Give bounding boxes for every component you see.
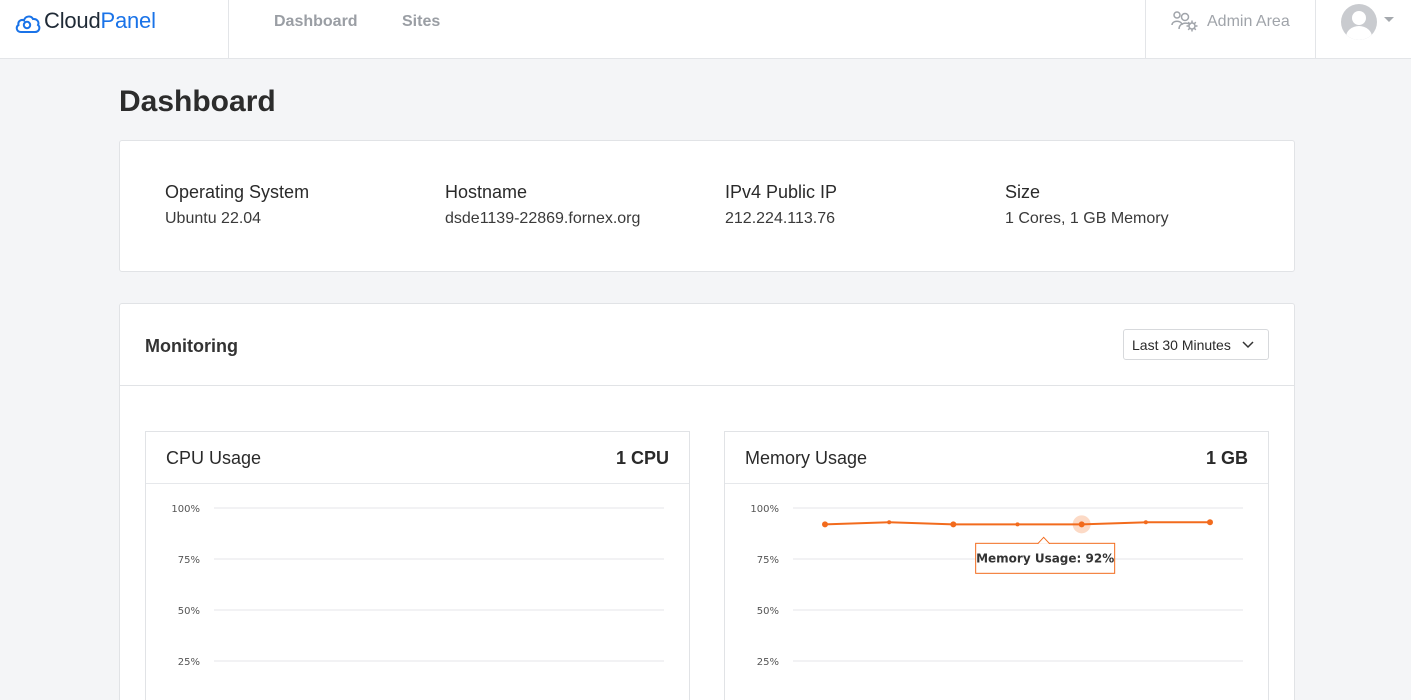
data-point[interactable]	[950, 521, 957, 528]
chart-title: CPU Usage	[166, 448, 262, 468]
brand-logo[interactable]: CloudPanel	[0, 0, 229, 58]
chevron-down-icon	[1242, 341, 1254, 349]
info-hostname: Hostname dsde1139-22869.fornex.org	[445, 182, 640, 228]
user-avatar[interactable]	[1341, 4, 1377, 40]
y-tick-label: 50%	[757, 606, 779, 617]
caret-down-icon[interactable]	[1384, 17, 1394, 22]
cpu-usage-panel: CPU Usage 1 CPU 100% 75% 50% 25%	[145, 431, 690, 700]
data-point[interactable]	[1015, 522, 1020, 527]
brand-name: CloudPanel	[44, 8, 156, 33]
info-label: Hostname	[445, 182, 528, 202]
tooltip-text: Memory Usage: 92%	[976, 551, 1114, 565]
memory-usage-panel: Memory Usage 1 GB 100% 75% 50% 25% Memory Us…	[724, 431, 1269, 700]
y-tick-label: 75%	[757, 555, 779, 566]
monitoring-header: Monitoring Last 30 Minutes	[120, 304, 1294, 386]
time-range-select[interactable]: Last 30 Minutes	[1123, 329, 1269, 360]
info-value: Ubuntu 22.04	[165, 210, 262, 227]
data-point[interactable]	[1078, 521, 1085, 528]
chart-tooltip: Memory Usage: 92%	[975, 536, 1116, 574]
admin-area-link[interactable]: Admin Area	[1145, 0, 1316, 58]
chart-meta: 1 GB	[1205, 448, 1248, 468]
admin-area-label: Admin Area	[1207, 13, 1290, 30]
chart-meta: 1 CPU	[615, 448, 669, 468]
info-label: IPv4 Public IP	[725, 182, 838, 202]
y-tick-label: 25%	[178, 657, 200, 668]
page-title: Dashboard	[119, 85, 276, 118]
y-tick-label: 100%	[750, 504, 779, 515]
users-gear-icon	[1171, 11, 1198, 32]
data-point[interactable]	[1207, 519, 1213, 526]
chart-header: CPU Usage 1 CPU	[146, 432, 689, 484]
info-label: Size	[1005, 182, 1041, 202]
memory-usage-chart: 100% 75% 50% 25% Memory Usage: 92%	[750, 504, 1243, 668]
info-value: 1 Cores, 1 GB Memory	[1005, 210, 1169, 227]
data-point[interactable]	[822, 521, 828, 528]
info-ipv4: IPv4 Public IP 212.224.113.76	[725, 182, 837, 228]
monitoring-title: Monitoring	[145, 336, 238, 356]
data-point[interactable]	[887, 520, 892, 525]
chart-header: Memory Usage 1 GB	[725, 432, 1268, 484]
time-range-value: Last 30 Minutes	[1132, 337, 1231, 353]
info-size: Size 1 Cores, 1 GB Memory	[1005, 182, 1169, 228]
info-value: 212.224.113.76	[725, 210, 836, 227]
info-operating-system: Operating System Ubuntu 22.04	[165, 182, 309, 228]
top-navbar: CloudPanel Dashboard Sites Admin Area	[0, 0, 1411, 59]
monitoring-card: Monitoring Last 30 Minutes CPU Usage 1 C…	[119, 303, 1295, 700]
y-tick-label: 25%	[757, 657, 779, 668]
nav-sites[interactable]: Sites	[402, 13, 440, 31]
y-tick-label: 50%	[178, 606, 200, 617]
tooltip-pointer	[1037, 536, 1051, 545]
y-tick-label: 100%	[171, 504, 200, 515]
cpu-usage-chart: 100% 75% 50% 25%	[171, 504, 664, 668]
chart-title: Memory Usage	[745, 448, 868, 468]
server-info-card: Operating System Ubuntu 22.04 Hostname d…	[119, 140, 1295, 272]
nav-dashboard[interactable]: Dashboard	[274, 13, 358, 31]
info-value: dsde1139-22869.fornex.org	[445, 210, 641, 227]
y-tick-label: 75%	[178, 555, 200, 566]
cloud-icon	[15, 15, 41, 33]
info-label: Operating System	[165, 182, 310, 202]
data-point[interactable]	[1143, 520, 1148, 525]
